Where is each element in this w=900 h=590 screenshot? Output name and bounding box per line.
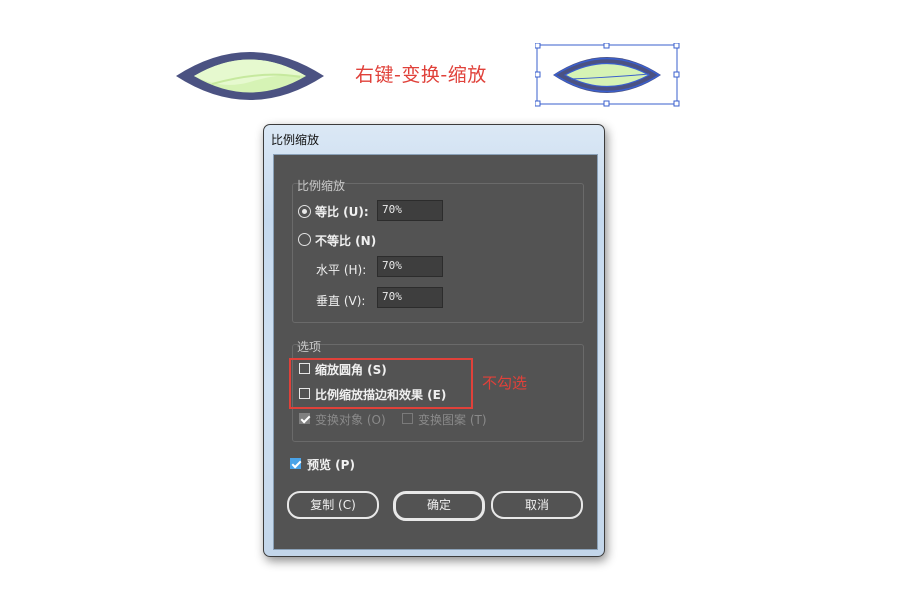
ok-button[interactable]: 确定 bbox=[393, 491, 485, 521]
transform-patterns-label: 变换图案 (T) bbox=[418, 413, 487, 427]
uniform-radio[interactable] bbox=[298, 205, 311, 218]
uniform-field[interactable]: 70% bbox=[377, 200, 443, 221]
scale-dialog: 比例缩放 比例缩放 等比 (U): 70% 不等比 (N) 水平 (H): 70… bbox=[263, 124, 605, 557]
annotation-highlight-box bbox=[289, 358, 473, 409]
horizontal-label: 水平 (H): bbox=[316, 263, 367, 277]
instruction-text: 右键-变换-缩放 bbox=[355, 64, 487, 86]
copy-button[interactable]: 复制 (C) bbox=[287, 491, 379, 519]
preview-label: 预览 (P) bbox=[307, 458, 355, 472]
dialog-title: 比例缩放 bbox=[271, 133, 320, 147]
horizontal-field[interactable]: 70% bbox=[377, 256, 443, 277]
transform-objects-checkbox[interactable] bbox=[299, 413, 310, 424]
non-uniform-label: 不等比 (N) bbox=[315, 234, 377, 248]
leaf-shape-selected[interactable] bbox=[535, 43, 681, 107]
scale-group-label: 比例缩放 bbox=[297, 179, 346, 193]
vertical-label: 垂直 (V): bbox=[316, 294, 366, 308]
transform-objects-label: 变换对象 (O) bbox=[315, 413, 386, 427]
leaf-shape-original bbox=[176, 52, 324, 100]
transform-patterns-checkbox[interactable] bbox=[402, 413, 413, 424]
annotation-note: 不勾选 bbox=[482, 374, 528, 392]
vertical-field[interactable]: 70% bbox=[377, 287, 443, 308]
options-group-label: 选项 bbox=[297, 340, 322, 354]
preview-checkbox[interactable] bbox=[290, 458, 301, 469]
uniform-label: 等比 (U): bbox=[315, 205, 369, 219]
cancel-button[interactable]: 取消 bbox=[491, 491, 583, 519]
dialog-body: 比例缩放 等比 (U): 70% 不等比 (N) 水平 (H): 70% 垂直 … bbox=[273, 154, 598, 550]
non-uniform-radio[interactable] bbox=[298, 233, 311, 246]
